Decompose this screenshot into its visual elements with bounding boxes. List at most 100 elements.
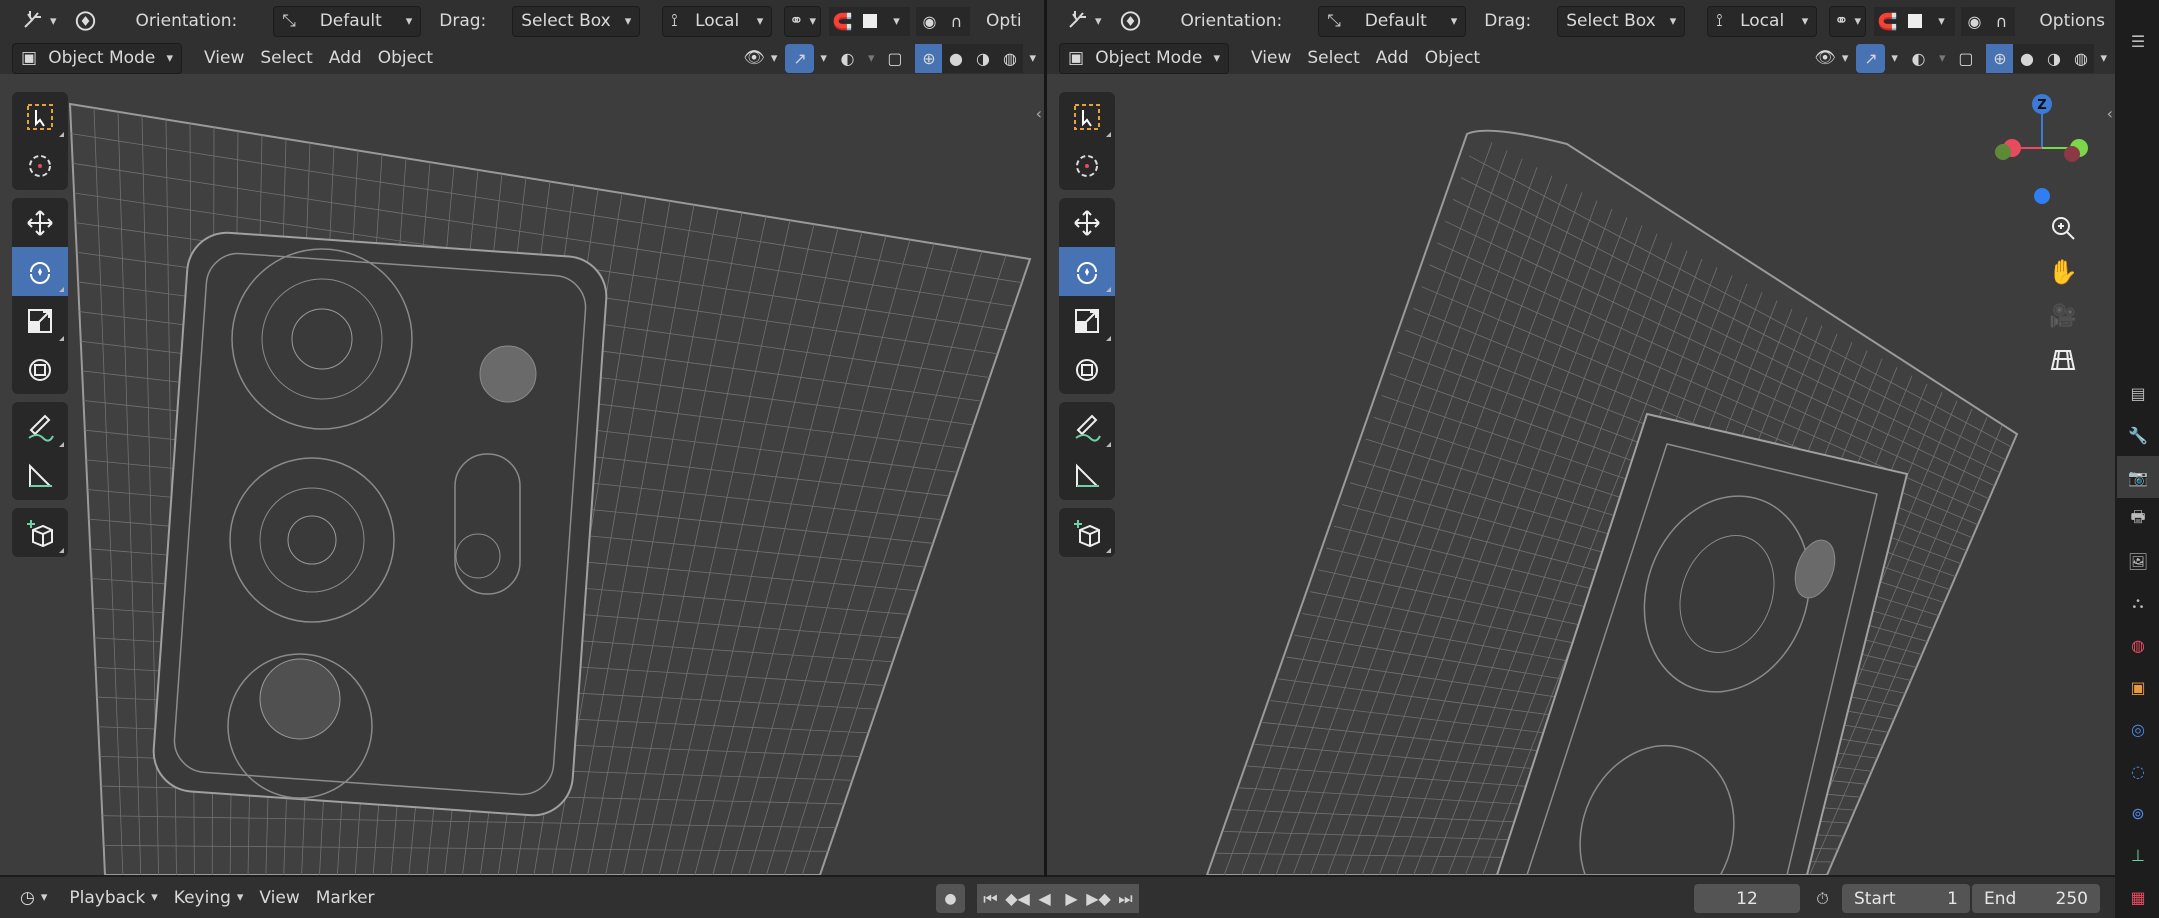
annotate-tool-icon[interactable]	[12, 402, 68, 451]
constraint-properties-icon[interactable]: ⊥	[2117, 834, 2159, 876]
right-editor-type-button[interactable]: ▾	[1063, 7, 1106, 36]
texture-properties-icon[interactable]: ▦	[2117, 876, 2159, 918]
outliner-editor-icon[interactable]: ☰	[2117, 20, 2159, 62]
snap-dropdown-icon[interactable]: ▾	[1928, 6, 1956, 36]
right-pivot-dropdown[interactable]: ⟟ Local ▾	[1707, 5, 1818, 37]
preview-range-stopwatch-icon[interactable]: ⏱	[1808, 884, 1837, 913]
scene-properties-icon[interactable]: ⛬	[2117, 582, 2159, 624]
particles-properties-icon[interactable]: ◌	[2117, 750, 2159, 792]
falloff-curve-icon[interactable]: ∩	[1988, 6, 2016, 36]
chevron-down-icon[interactable]: ▾	[1029, 51, 1036, 66]
add-cube-tool-icon[interactable]	[12, 508, 68, 557]
solid-shading-icon[interactable]: ●	[942, 43, 970, 73]
scale-tool-icon[interactable]	[12, 296, 68, 345]
jump-to-previous-keyframe-icon[interactable]: ◆◀	[1004, 884, 1031, 913]
right-options-button[interactable]: Options	[2031, 7, 2113, 36]
jump-to-next-keyframe-icon[interactable]: ▶◆	[1085, 884, 1112, 913]
snap-magnet-icon[interactable]: 🧲	[1874, 6, 1902, 36]
scale-tool-icon[interactable]	[1059, 296, 1115, 345]
measure-tool-icon[interactable]	[1059, 451, 1115, 500]
left-pivot-point-button[interactable]: ⚭ ▾	[784, 5, 822, 37]
gizmo-toggle-icon[interactable]: ↗	[785, 43, 815, 73]
chevron-down-icon[interactable]: ▾	[868, 51, 875, 66]
material-shading-icon[interactable]: ◑	[2040, 43, 2068, 73]
falloff-curve-icon[interactable]: ∩	[943, 6, 971, 36]
left-menu-object[interactable]: Object	[370, 44, 441, 73]
timeline-editor-type-button[interactable]: ◷ ▾	[16, 883, 51, 912]
left-menu-add[interactable]: Add	[321, 44, 370, 73]
jump-to-end-icon[interactable]: ⏭	[1112, 884, 1139, 913]
left-pivot-dropdown[interactable]: ⟟ Local ▾	[662, 5, 773, 37]
perspective-grid-icon[interactable]	[2043, 340, 2083, 380]
proportional-edit-icon[interactable]: ◉	[1961, 6, 1989, 36]
chevron-down-icon[interactable]: ▾	[1891, 51, 1898, 66]
overlay-toggle-icon[interactable]: ◐	[833, 44, 862, 73]
zoom-view-icon[interactable]	[2043, 208, 2083, 248]
timeline-menu-keying[interactable]: Keying ▾	[166, 883, 252, 912]
material-shading-icon[interactable]: ◑	[969, 43, 997, 73]
rendered-shading-icon[interactable]: ◍	[996, 43, 1024, 73]
navigation-axis-gizmo[interactable]: Z	[1987, 88, 2097, 208]
render-properties-icon[interactable]: 📷	[2117, 456, 2159, 498]
move-tool-icon[interactable]	[1059, 198, 1115, 247]
start-frame-field[interactable]: Start 1	[1842, 884, 1970, 913]
gizmo-toggle-icon[interactable]: ↗	[1856, 43, 1886, 73]
left-options-button[interactable]: Opti	[978, 7, 1030, 36]
timeline-menu-view[interactable]: View	[251, 883, 307, 912]
modifier-properties-icon[interactable]: ◎	[2117, 708, 2159, 750]
jump-to-start-icon[interactable]: ⏮	[977, 884, 1004, 913]
tool-properties-icon[interactable]: 🔧	[2117, 414, 2159, 456]
solid-shading-icon[interactable]: ●	[2013, 43, 2041, 73]
visibility-eye-icon[interactable]: 👁 ▾	[1812, 44, 1850, 73]
chevron-down-icon[interactable]: ▾	[820, 51, 827, 66]
left-menu-select[interactable]: Select	[252, 44, 320, 73]
right-mode-dropdown[interactable]: ▣ Object Mode ▾	[1059, 42, 1229, 74]
transform-tool-icon[interactable]	[12, 345, 68, 394]
left-mode-dropdown[interactable]: ▣ Object Mode ▾	[12, 42, 182, 74]
end-frame-field[interactable]: End 250	[1972, 884, 2100, 913]
rendered-shading-icon[interactable]: ◍	[2067, 43, 2095, 73]
snap-dropdown-icon[interactable]: ▾	[883, 6, 911, 36]
rotate-tool-icon[interactable]	[12, 247, 68, 296]
chevron-down-icon[interactable]: ▾	[2100, 51, 2107, 66]
xray-toggle-icon[interactable]: ▢	[880, 44, 909, 73]
wireframe-shading-icon[interactable]: ⊕	[915, 43, 943, 73]
left-3d-viewport[interactable]: ▾ Orientation: ⤡ Default ▾ Drag: Select …	[0, 0, 1044, 875]
timeline-menu-playback[interactable]: Playback ▾	[61, 883, 165, 912]
annotate-tool-icon[interactable]	[1059, 402, 1115, 451]
visibility-eye-icon[interactable]: 👁 ▾	[741, 44, 779, 73]
cursor-tool-icon[interactable]	[1059, 141, 1115, 190]
timeline-menu-marker[interactable]: Marker	[308, 883, 383, 912]
measure-tool-icon[interactable]	[12, 451, 68, 500]
right-orientation-dropdown[interactable]: ⤡ Default ▾	[1318, 5, 1467, 37]
object-properties-icon[interactable]: ▣	[2117, 666, 2159, 708]
rotate-tool-icon[interactable]	[1059, 247, 1115, 296]
view-layer-properties-icon[interactable]: 🖼	[2117, 540, 2159, 582]
physics-properties-icon[interactable]: ⊚	[2117, 792, 2159, 834]
snap-target-square-icon[interactable]	[856, 6, 884, 36]
left-menu-view[interactable]: View	[196, 44, 252, 73]
right-drag-dropdown[interactable]: Select Box ▾	[1557, 5, 1686, 37]
right-menu-add[interactable]: Add	[1368, 44, 1417, 73]
right-menu-select[interactable]: Select	[1299, 44, 1367, 73]
current-frame-field[interactable]: 12	[1694, 884, 1800, 913]
move-tool-icon[interactable]	[12, 198, 68, 247]
chevron-down-icon[interactable]: ▾	[1939, 51, 1946, 66]
add-cube-tool-icon[interactable]	[1059, 508, 1115, 557]
output-properties-icon[interactable]: 🖶	[2117, 498, 2159, 540]
pan-hand-icon[interactable]: ✋	[2043, 252, 2083, 292]
left-drag-dropdown[interactable]: Select Box ▾	[512, 5, 641, 37]
transform-tool-icon[interactable]	[1059, 345, 1115, 394]
left-transform-orientation-icon[interactable]	[71, 7, 100, 36]
right-menu-view[interactable]: View	[1243, 44, 1299, 73]
snap-magnet-icon[interactable]: 🧲	[829, 6, 857, 36]
left-orientation-dropdown[interactable]: ⤡ Default ▾	[273, 5, 422, 37]
select-box-tool-icon[interactable]	[1059, 92, 1115, 141]
snap-target-square-icon[interactable]	[1901, 6, 1929, 36]
proportional-edit-icon[interactable]: ◉	[916, 6, 944, 36]
right-menu-object[interactable]: Object	[1417, 44, 1488, 73]
auto-keying-record-icon[interactable]: ●	[936, 884, 965, 913]
world-properties-icon[interactable]: ◍	[2117, 624, 2159, 666]
overlay-toggle-icon[interactable]: ◐	[1904, 44, 1933, 73]
select-box-tool-icon[interactable]	[12, 92, 68, 141]
